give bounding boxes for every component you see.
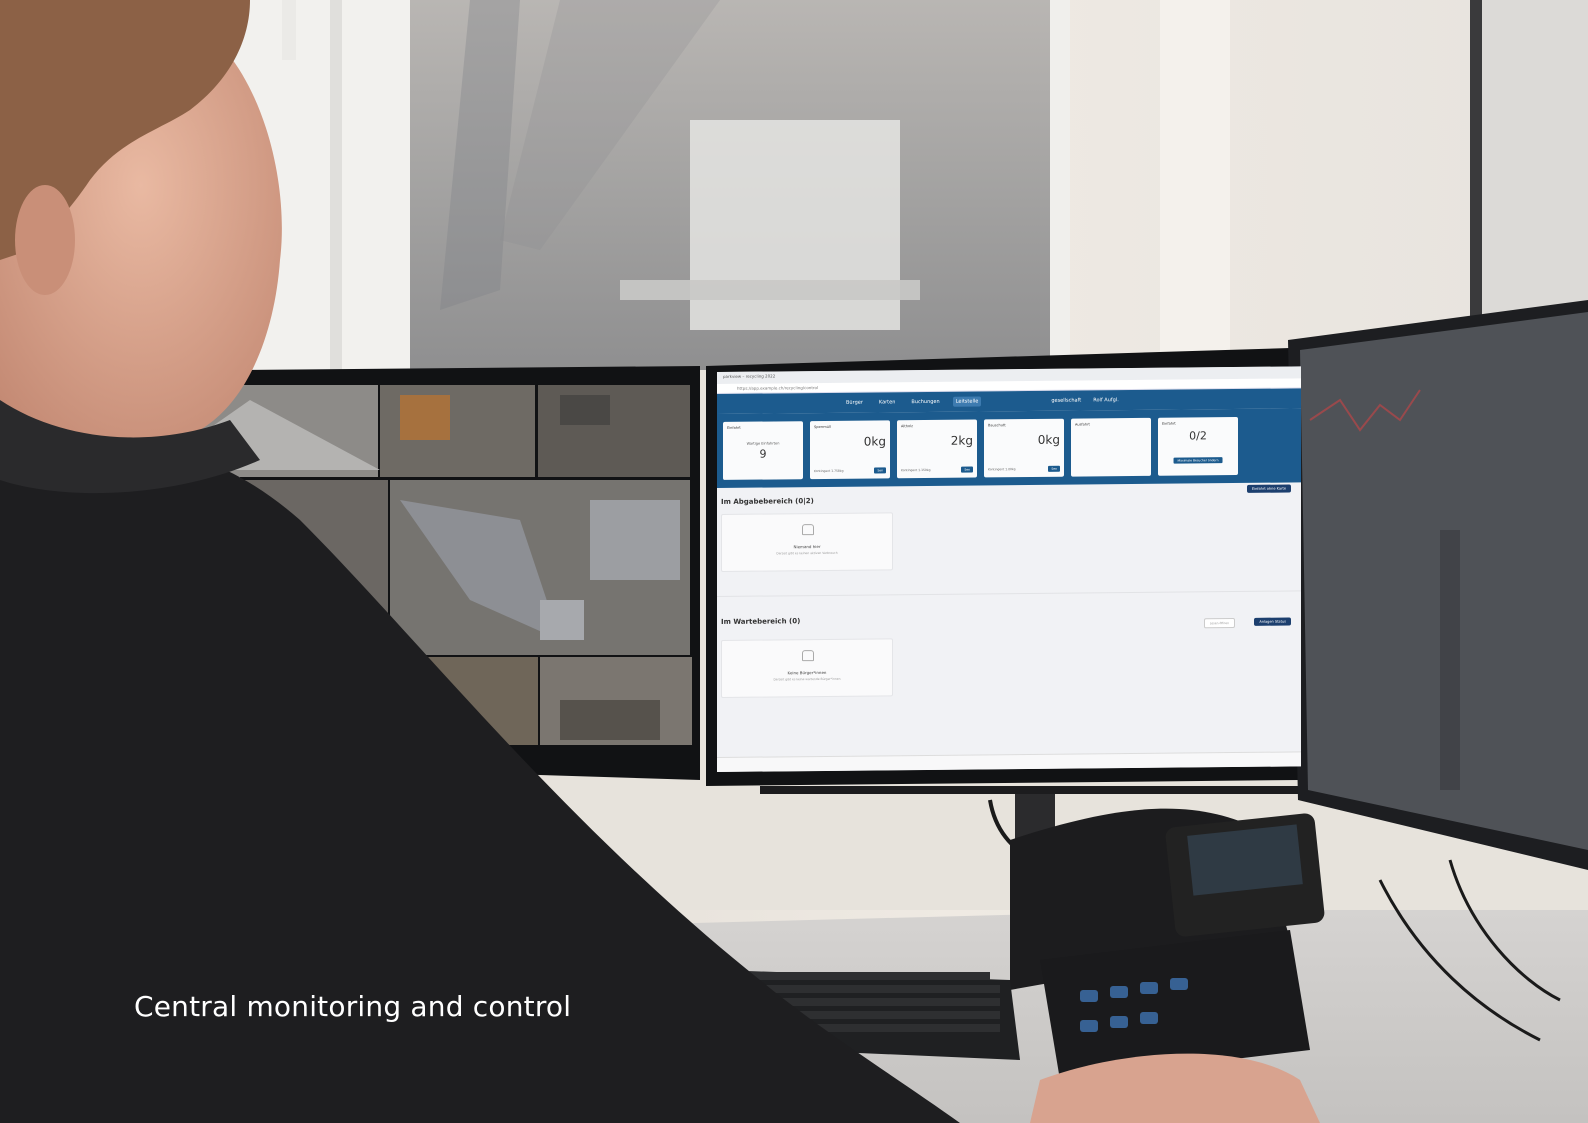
card-sub: Kontingent 1.00kg xyxy=(988,467,1016,472)
card-label: Altholz xyxy=(901,424,913,429)
station-cards: Einfahrt Wartige Einfahrten 9 Sperrmüll … xyxy=(717,408,1301,488)
user-menu[interactable]: Rolf Aufgl. xyxy=(1093,397,1119,403)
card-ausfahrt: Ausfahrt xyxy=(1071,417,1151,477)
einfahrt-ohne-karte-button[interactable]: Einfahrt ohne Karte xyxy=(1246,484,1291,493)
caption-text: Central monitoring and control xyxy=(134,990,572,1023)
card-value: 0/2 xyxy=(1189,429,1207,443)
nav-item-buerger[interactable]: Bürger xyxy=(843,398,866,408)
section-divider xyxy=(717,590,1301,597)
card-sperrmuell: Sperrmüll 0kg Kontingent 1.758kg Sen xyxy=(810,420,890,480)
nav-item-karten[interactable]: Karten xyxy=(876,397,899,407)
card-label: Einfahrt xyxy=(727,425,741,430)
nav-item-buchungen[interactable]: Buchungen xyxy=(908,397,942,407)
empty-subtitle: Derzeit gibt es keine wartende Bürger*in… xyxy=(773,676,841,682)
card-einfahrt: Einfahrt Wartige Einfahrten 9 xyxy=(723,421,803,480)
card-label: Bauschutt xyxy=(988,423,1006,428)
anlagen-status-button[interactable]: Anlagen Status xyxy=(1254,617,1291,626)
card-label: Ausfahrt xyxy=(1075,422,1090,427)
card-label: Einfahrt xyxy=(1162,421,1176,426)
car-icon xyxy=(802,524,814,536)
card-altholz: Altholz 2kg Kontingent 1.159kg Sen xyxy=(897,419,977,479)
card-sub: Kontingent 1.159kg xyxy=(901,467,931,473)
card-center-value: 9 xyxy=(759,447,767,461)
card-button[interactable]: Maximale Besucher ändern xyxy=(1173,457,1223,464)
empty-panel-warte: Keine Bürger*innen Derzeit gibt es keine… xyxy=(721,638,893,698)
nav-item-leitstelle[interactable]: Leitstelle xyxy=(952,396,982,407)
empty-subtitle: Derzeit gibt es keinen aktiven Verbrauch xyxy=(776,550,838,556)
address-text: https://app.example.ch/recycling/control xyxy=(737,385,819,391)
empty-title: Niemand hier xyxy=(793,544,821,550)
card-value: 2kg xyxy=(950,433,973,448)
section-title-abgabe: Im Abgabebereich (0|2) xyxy=(721,497,814,506)
browser-tab-title[interactable]: parkview – recycling 2022 xyxy=(723,373,775,379)
card-center-text: Wartige Einfahrten xyxy=(746,441,780,446)
section-title-warte: Im Wartebereich (0) xyxy=(721,617,801,626)
card-value: 0kg xyxy=(863,434,886,449)
card-besucher: Einfahrt 0/2 Maximale Besucher ändern xyxy=(1158,416,1238,476)
card-label: Sperrmüll xyxy=(814,424,831,430)
card-button[interactable]: Sen xyxy=(1048,465,1060,472)
empty-panel-abgabe: Niemand hier Derzeit gibt es keinen akti… xyxy=(721,512,893,572)
car-icon xyxy=(802,650,814,662)
photo-scene: parkview – recycling 2022 https://app.ex… xyxy=(0,0,1588,1123)
monitor-screen: parkview – recycling 2022 https://app.ex… xyxy=(717,366,1301,772)
nav-item-gesellschaft[interactable]: gesellschaft xyxy=(1051,398,1081,404)
card-button[interactable]: Sen xyxy=(961,466,973,473)
card-bauschutt: Bauschutt 0kg Kontingent 1.00kg Sen xyxy=(984,418,1064,478)
card-sub: Kontingent 1.758kg xyxy=(814,468,844,474)
empty-title: Keine Bürger*innen xyxy=(787,669,827,676)
card-value: 0kg xyxy=(1037,432,1060,447)
secondary-button[interactable]: Lesen öffnen xyxy=(1203,618,1235,629)
card-button[interactable]: Sen xyxy=(874,467,886,474)
